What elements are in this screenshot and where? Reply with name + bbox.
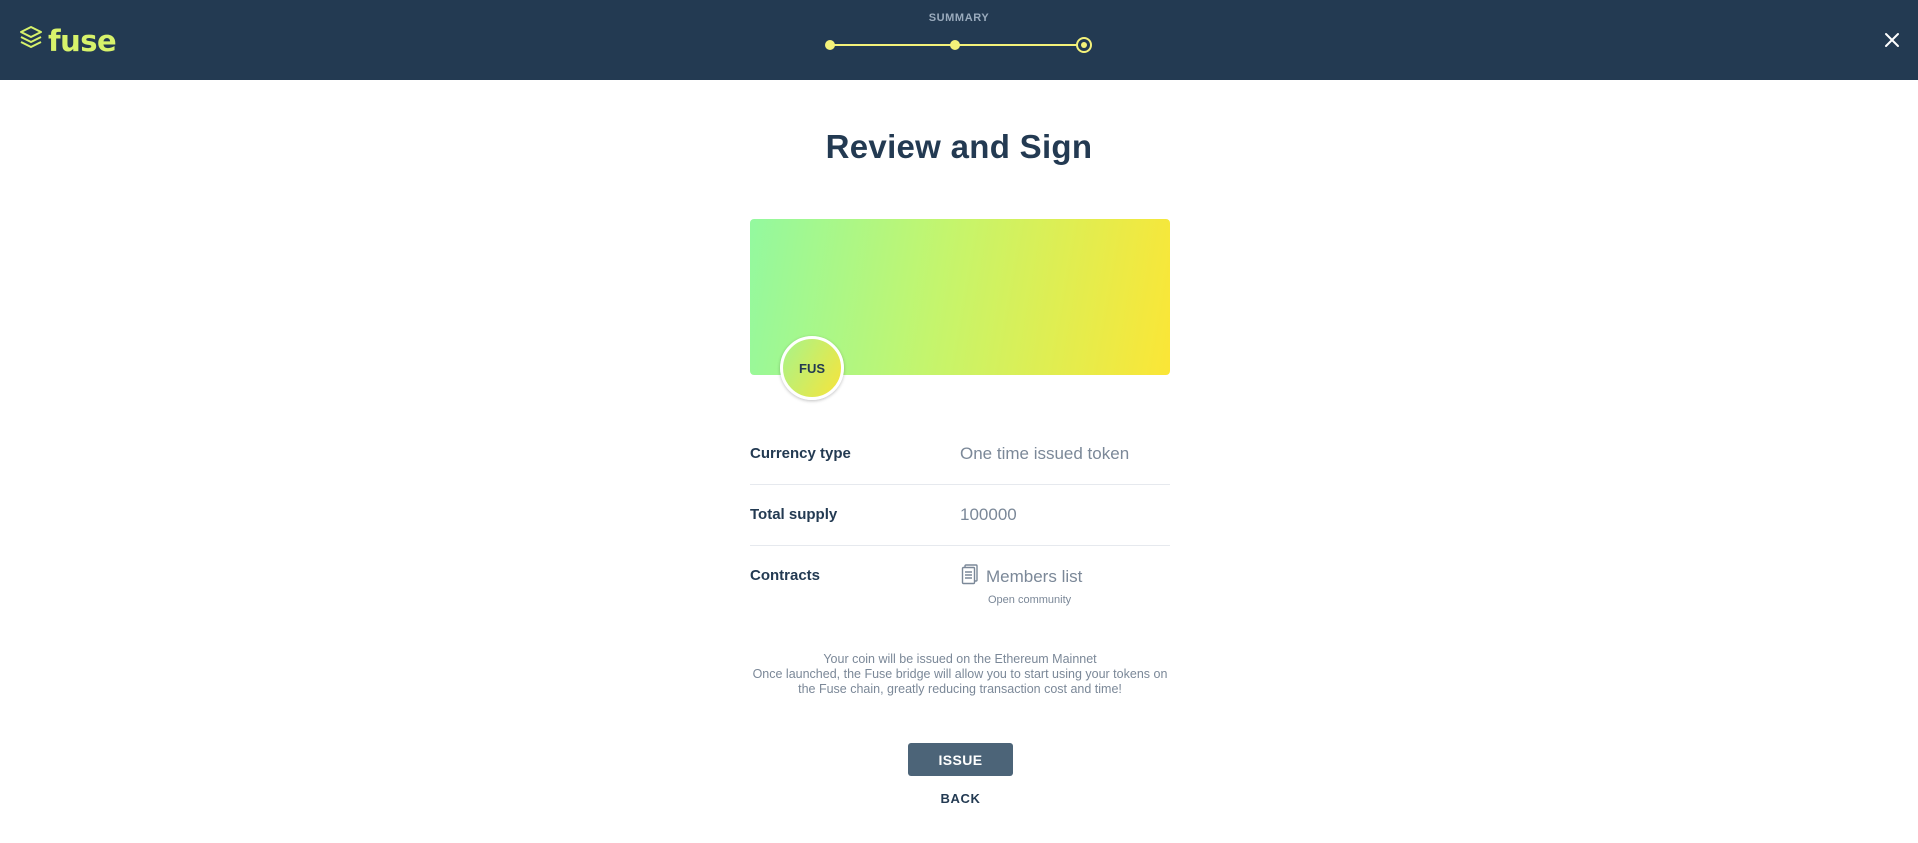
token-details: Currency type One time issued token Tota… (750, 424, 1170, 616)
step-dot-2 (950, 40, 960, 50)
token-symbol: FUS (799, 360, 825, 376)
issue-button[interactable]: ISSUE (908, 743, 1013, 776)
detail-label: Currency type (750, 445, 851, 462)
close-button[interactable] (1882, 30, 1902, 50)
back-button[interactable]: BACK (908, 791, 1013, 806)
top-bar: fuse SUMMARY (0, 0, 1918, 80)
page-title: Review and Sign (825, 128, 1093, 165)
contract-name: Members list (986, 566, 1083, 586)
fuse-logo[interactable]: fuse (18, 23, 117, 58)
step-dot-3-current (1076, 37, 1092, 53)
contract-subtitle: Open community (988, 594, 1072, 606)
detail-row-currency-type: Currency type One time issued token (750, 424, 1170, 485)
detail-row-total-supply: Total supply 100000 (750, 485, 1170, 546)
detail-label: Contracts (750, 567, 821, 584)
progress-stepper (824, 36, 1094, 56)
layers-icon (18, 24, 44, 57)
document-icon (960, 563, 980, 590)
notice-line-2: Once launched, the Fuse bridge will allo… (752, 667, 1168, 696)
logo-text: fuse (48, 23, 117, 58)
token-badge: FUS (780, 336, 844, 400)
contract-item: Members list Open community (960, 563, 1082, 606)
notice-line-1: Your coin will be issued on the Ethereum… (823, 652, 1097, 666)
step-label: SUMMARY (928, 12, 990, 24)
close-icon (1882, 33, 1902, 54)
detail-label: Total supply (750, 506, 838, 523)
detail-value: One time issued token (960, 444, 1130, 463)
detail-row-contracts: Contracts Members list Open community (750, 546, 1170, 616)
detail-value: 100000 (960, 505, 1017, 524)
issuance-notice: Your coin will be issued on the Ethereum… (750, 652, 1170, 697)
step-dot-1 (825, 40, 835, 50)
